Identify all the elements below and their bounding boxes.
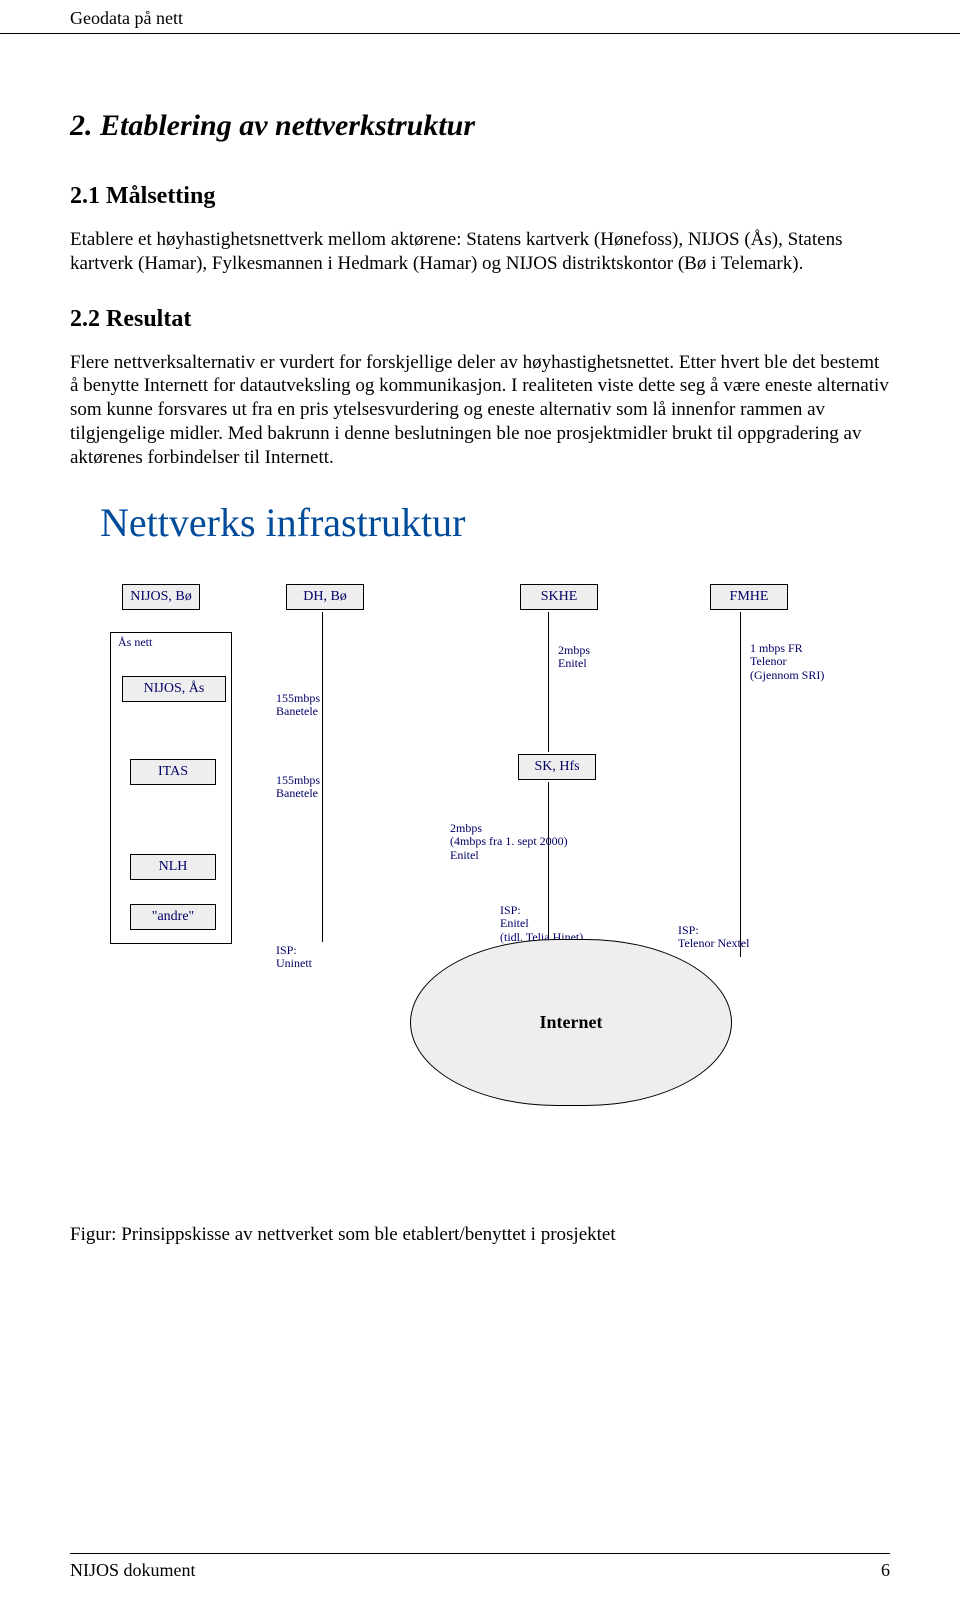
node-nijos-as: NIJOS, Ås — [122, 676, 226, 702]
node-sk-hfs: SK, Hfs — [518, 754, 596, 780]
node-skhe: SKHE — [520, 584, 598, 610]
edge-label-dh: 155mbps Banetele — [276, 692, 320, 718]
edge-label-skhfs: 2mbps (4mbps fra 1. sept 2000) Enitel — [450, 822, 568, 862]
node-dh-bo: DH, Bø — [286, 584, 364, 610]
connector-fmhe-internet — [740, 612, 741, 957]
node-nijos-bo: NIJOS, Bø — [122, 584, 200, 610]
footer-page-number: 6 — [881, 1560, 890, 1581]
isp-label-uninett: ISP: Uninett — [276, 944, 312, 970]
edge-label-itas: 155mbps Banetele — [276, 774, 320, 800]
node-fmhe: FMHE — [710, 584, 788, 610]
figure-caption: Figur: Prinsippskisse av nettverket som … — [70, 1224, 890, 1246]
network-diagram: Nettverks infrastruktur NIJOS, Bø DH, Bø… — [100, 499, 860, 1104]
section-heading-2: 2. Etablering av nettverkstruktur — [70, 109, 890, 143]
running-header: Geodata på nett — [0, 0, 960, 34]
subsection-heading-2-2: 2.2 Resultat — [70, 306, 890, 333]
node-internet: Internet — [410, 939, 732, 1106]
node-andre: "andre" — [130, 904, 216, 930]
node-itas: ITAS — [130, 759, 216, 785]
connector-skhe-skhfs — [548, 612, 549, 752]
node-nlh: NLH — [130, 854, 216, 880]
footer-doc-label: NIJOS dokument — [70, 1560, 196, 1581]
page-footer: NIJOS dokument 6 — [70, 1553, 890, 1581]
isp-label-enitel: ISP: Enitel (tidl. Telia Hinet) — [500, 904, 583, 944]
edge-label-skhe: 2mbps Enitel — [558, 644, 590, 670]
edge-label-fmhe: 1 mbps FR Telenor (Gjennom SRI) — [750, 642, 824, 682]
paragraph-2-2: Flere nettverksalternativ er vurdert for… — [70, 351, 890, 470]
subsection-heading-2-1: 2.1 Målsetting — [70, 183, 890, 210]
connector-dh-internet — [322, 612, 323, 942]
paragraph-2-1: Etablere et høyhastighetsnettverk mellom… — [70, 228, 890, 276]
label-as-nett: Ås nett — [118, 636, 152, 649]
diagram-title: Nettverks infrastruktur — [100, 499, 860, 546]
isp-label-telenor: ISP: Telenor Nextel — [678, 924, 749, 950]
